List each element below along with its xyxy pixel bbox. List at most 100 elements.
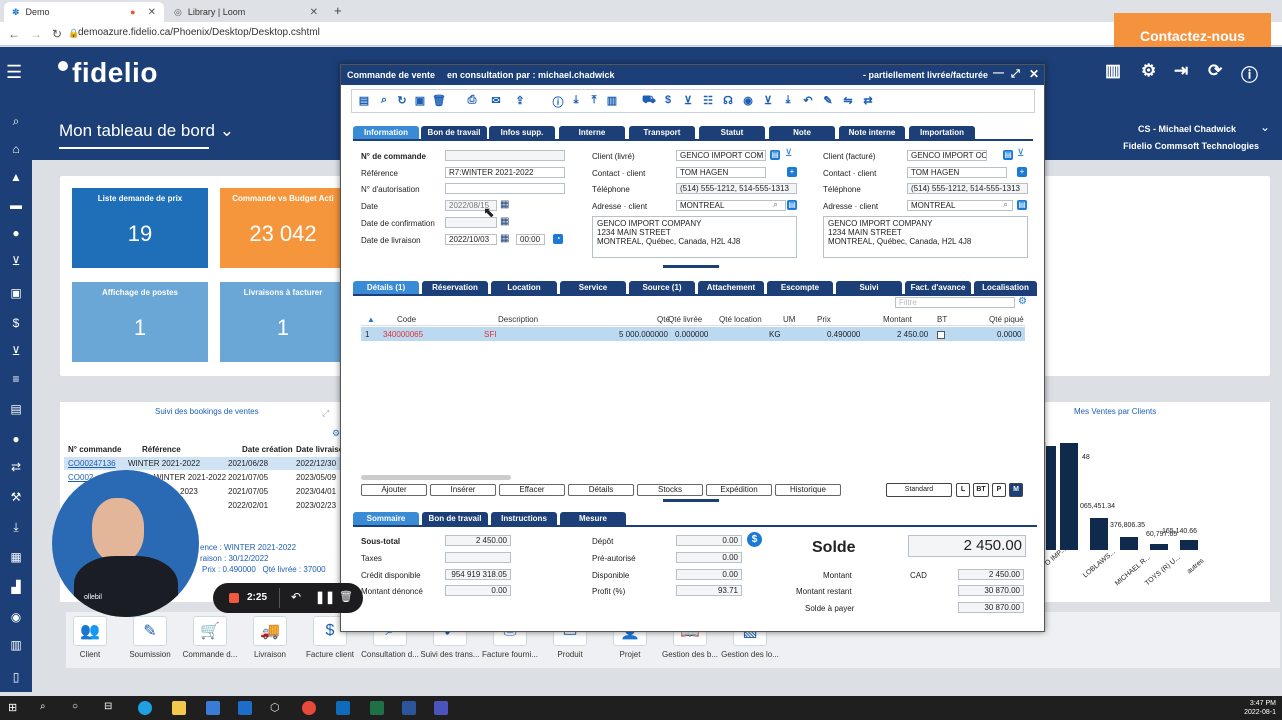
refresh-icon[interactable]: ⟳	[1208, 61, 1222, 81]
gear-icon[interactable]: ⚙	[1141, 61, 1156, 81]
balance-to-pay-field[interactable]: 30 870.00	[958, 602, 1024, 613]
people-icon[interactable]: ●	[7, 226, 25, 240]
headset-icon[interactable]: ☊	[722, 94, 734, 108]
close-tab-icon[interactable]: ✕	[148, 7, 156, 18]
search-icon[interactable]: ⌕	[757, 149, 762, 160]
search-icon[interactable]: ⌕	[979, 149, 984, 160]
user-name[interactable]: CS - Michael Chadwick	[1138, 124, 1236, 134]
chat-icon[interactable]: ◉	[742, 94, 754, 108]
cart-icon[interactable]: ⊻	[7, 254, 25, 268]
dock-item-livraison[interactable]: 🚚 Livraison	[240, 616, 300, 659]
tab-source[interactable]: Source (1)	[629, 281, 695, 294]
tab-internal-note[interactable]: Note interne	[839, 126, 905, 139]
tab-tracking[interactable]: Suivi	[836, 281, 902, 294]
excel-icon[interactable]	[370, 701, 384, 715]
sort-asc-icon[interactable]: ▲	[367, 315, 375, 324]
tab-measure[interactable]: Mesure	[560, 512, 626, 525]
dashboard-title[interactable]: Mon tableau de bord ⌄	[59, 121, 234, 149]
tab-service[interactable]: Service	[560, 281, 626, 294]
bar-chart-icon[interactable]: ▥	[606, 94, 618, 108]
tab-import[interactable]: Importation	[909, 126, 975, 139]
new-doc-icon[interactable]: ▤	[358, 94, 370, 108]
cell-qty[interactable]: 5 000.000000	[619, 330, 668, 339]
cell-um[interactable]: KG	[769, 330, 781, 339]
group-icon[interactable]: ●	[7, 432, 25, 446]
tab-internal[interactable]: Interne	[559, 126, 625, 139]
close-tab-icon[interactable]: ✕	[310, 7, 318, 18]
subtotal-field[interactable]: 2 450.00	[445, 535, 511, 546]
kpi-card-job-postings[interactable]: Affichage de postes 1	[72, 282, 208, 362]
truck-icon[interactable]: ▬	[7, 198, 25, 212]
minimize-icon[interactable]: —	[993, 67, 1004, 79]
profit-field[interactable]: 93.71	[676, 585, 742, 596]
bill-address-field[interactable]: MONTREAL	[907, 200, 1013, 211]
new-tab-button[interactable]: +	[334, 3, 342, 18]
tab-instructions[interactable]: Instructions	[491, 512, 557, 525]
edge-icon[interactable]	[138, 701, 152, 715]
horizontal-scrollbar[interactable]	[361, 475, 511, 480]
cell-qty-delivered[interactable]: 0.000000	[675, 330, 708, 339]
tab-information[interactable]: Information	[353, 126, 419, 139]
store-icon[interactable]	[206, 701, 220, 715]
cart-icon[interactable]: ⊻	[785, 148, 792, 159]
view-bt-button[interactable]: BT	[973, 483, 989, 497]
kpi-card-price-requests[interactable]: Liste demande de prix 19	[72, 188, 208, 268]
search-icon[interactable]: ⌕	[1003, 199, 1008, 210]
print-icon[interactable]: ⎙	[466, 94, 478, 108]
contact-card-icon[interactable]: ▣	[7, 286, 25, 300]
order-number-field[interactable]	[445, 150, 565, 161]
cell-amount[interactable]: 2 450.00	[897, 330, 928, 339]
window-title-bar[interactable]: Commande de vente en consultation par : …	[341, 65, 1044, 85]
logout-icon[interactable]: ⇥	[1174, 61, 1188, 81]
home-icon[interactable]: ⌂	[7, 142, 25, 156]
calendar-icon[interactable]: ▦	[500, 216, 509, 227]
trash-icon[interactable]: 🗑	[339, 590, 353, 603]
download-tray-icon[interactable]: ⤓	[782, 94, 794, 108]
expand-icon[interactable]: ⤢	[322, 408, 329, 419]
tab-details[interactable]: Détails (1)	[353, 281, 419, 294]
pen-icon[interactable]: ✎	[822, 94, 834, 108]
kpi-card-order-budget[interactable]: Commande vs Budget Acti 23 042	[220, 188, 346, 268]
calendar-icon[interactable]: ▦	[500, 233, 509, 244]
maximize-icon[interactable]: ⤢	[1011, 68, 1020, 81]
column-header-description[interactable]: Description	[498, 315, 538, 324]
contact-add-icon[interactable]: +	[1017, 167, 1027, 177]
delivery-date-field[interactable]: 2022/10/03	[445, 234, 497, 245]
ship-phone-field[interactable]: (514) 555-1212, 514-555-1313	[676, 183, 797, 194]
cell-code[interactable]: 340000065	[383, 330, 423, 339]
bill-client-field[interactable]: GENCO IMPORT CO	[907, 150, 987, 161]
credit-available-field[interactable]: 954 919 318.05	[445, 569, 511, 580]
column-header-amount[interactable]: Montant	[883, 315, 912, 324]
client-detail-icon[interactable]: ▤	[1003, 150, 1013, 160]
bill-contact-field[interactable]: TOM HAGEN	[907, 167, 1007, 178]
word-icon[interactable]	[402, 701, 416, 715]
insert-button[interactable]: Insérer	[430, 484, 496, 496]
clock-icon[interactable]: ◔	[553, 234, 563, 244]
tab-transport[interactable]: Transport	[629, 126, 695, 139]
standard-view-button[interactable]: Standard	[886, 483, 952, 497]
search-icon[interactable]: ⌕	[7, 114, 25, 128]
url-text[interactable]: demoazure.fidelio.ca/Phoenix/Desktop/Des…	[78, 27, 320, 38]
chart-icon[interactable]: ▲	[7, 170, 25, 184]
reload-icon[interactable]: ↻	[52, 27, 62, 41]
delete-button[interactable]: Effacer	[499, 484, 565, 496]
preauthorized-field[interactable]: 0.00	[676, 552, 742, 563]
column-header-qty-location[interactable]: Qté location	[719, 315, 762, 324]
ship-address-block[interactable]: GENCO IMPORT COMPANY 1234 MAIN STREET MO…	[592, 216, 797, 258]
factory-icon[interactable]: ▟	[7, 580, 25, 594]
address-detail-icon[interactable]: ▤	[1017, 200, 1027, 210]
tab-location[interactable]: Location	[491, 281, 557, 294]
widgets-icon[interactable]: ⊟	[104, 701, 118, 715]
column-header-code[interactable]: Code	[397, 315, 416, 324]
chevron-down-icon[interactable]: ⌄	[1260, 120, 1270, 134]
email-icon[interactable]: ✉	[490, 94, 502, 108]
column-header-qty-picked[interactable]: Qté piqué	[989, 315, 1024, 324]
file-explorer-icon[interactable]	[172, 701, 186, 715]
cell-description[interactable]: SFI	[484, 330, 496, 339]
upload-icon[interactable]: ⤒	[588, 94, 600, 108]
tab-work-order[interactable]: Bon de travail	[422, 512, 488, 525]
view-m-button[interactable]: M	[1009, 483, 1023, 497]
bill-phone-field[interactable]: (514) 555-1212, 514-555-1313	[907, 183, 1028, 194]
balance-field[interactable]: 2 450.00	[908, 535, 1026, 557]
dock-item-soumission[interactable]: ✎ Soumission	[120, 616, 180, 659]
